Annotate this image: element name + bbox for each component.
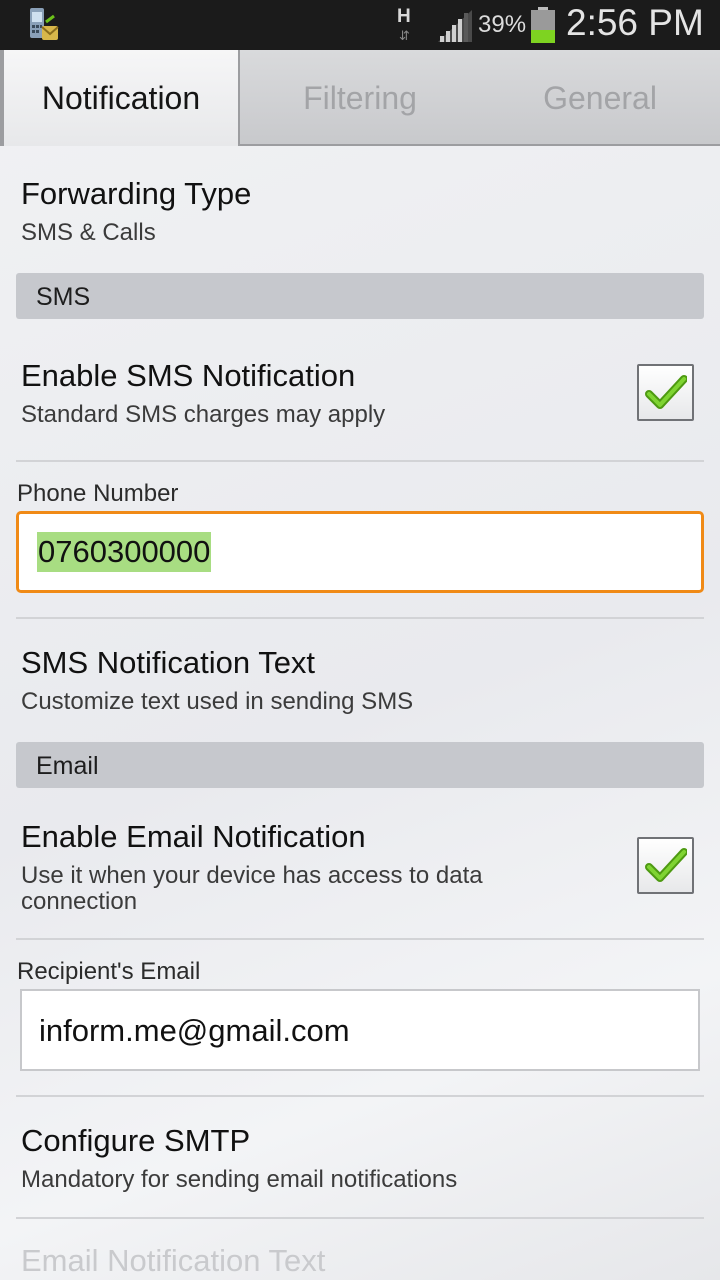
battery-percentage: 39% bbox=[478, 11, 527, 38]
sms-text-summary: Customize text used in sending SMS bbox=[21, 688, 414, 715]
recipient-email-label: Recipient's Email bbox=[17, 958, 201, 985]
recipient-email-value: inform.me@gmail.com bbox=[39, 1013, 350, 1048]
email-section-label: Email bbox=[36, 752, 99, 780]
data-transfer-arrows-icon: ⇵ bbox=[399, 28, 410, 43]
sms-section-header: SMS bbox=[16, 273, 704, 319]
phone-notification-app-icon bbox=[26, 6, 62, 44]
tab-filtering[interactable]: Filtering bbox=[240, 50, 480, 146]
enable-sms-checkbox[interactable] bbox=[637, 364, 694, 421]
divider bbox=[16, 460, 704, 462]
recipient-email-input[interactable]: inform.me@gmail.com bbox=[20, 989, 700, 1071]
network-type-indicator: H ⇵ bbox=[397, 6, 411, 43]
tab-notification[interactable]: Notification bbox=[0, 50, 240, 146]
divider bbox=[16, 938, 704, 940]
email-section-header: Email bbox=[16, 742, 704, 788]
enable-email-summary: Use it when your device has access to da… bbox=[21, 862, 483, 915]
enable-email-checkbox[interactable] bbox=[637, 837, 694, 894]
battery-icon bbox=[530, 7, 556, 43]
clock: 2:56 PM bbox=[566, 2, 704, 43]
email-text-title: Email Notification Text bbox=[21, 1243, 326, 1278]
phone-number-input[interactable]: 0760300000 bbox=[16, 511, 704, 593]
status-bar: H ⇵ 39% 2:56 PM bbox=[0, 0, 720, 50]
enable-sms-summary: Standard SMS charges may apply bbox=[21, 401, 386, 428]
divider bbox=[16, 617, 704, 619]
divider bbox=[16, 1095, 704, 1097]
configure-smtp-summary: Mandatory for sending email notification… bbox=[21, 1166, 458, 1193]
sms-text-title: SMS Notification Text bbox=[21, 645, 316, 680]
sms-section-label: SMS bbox=[36, 283, 91, 311]
phone-number-value: 0760300000 bbox=[37, 532, 212, 572]
checkmark-icon bbox=[645, 848, 687, 882]
enable-email-title: Enable Email Notification bbox=[21, 819, 366, 854]
forwarding-type-title: Forwarding Type bbox=[21, 176, 252, 211]
enable-sms-title: Enable SMS Notification bbox=[21, 358, 356, 393]
checkmark-icon bbox=[645, 375, 687, 409]
tab-general[interactable]: General bbox=[480, 50, 720, 146]
divider bbox=[16, 1217, 704, 1219]
phone-number-label: Phone Number bbox=[17, 480, 179, 507]
forwarding-type-summary: SMS & Calls bbox=[21, 219, 156, 246]
configure-smtp-title: Configure SMTP bbox=[21, 1123, 251, 1158]
tab-bar: Notification Filtering General bbox=[0, 50, 720, 146]
signal-strength-icon bbox=[438, 10, 472, 42]
